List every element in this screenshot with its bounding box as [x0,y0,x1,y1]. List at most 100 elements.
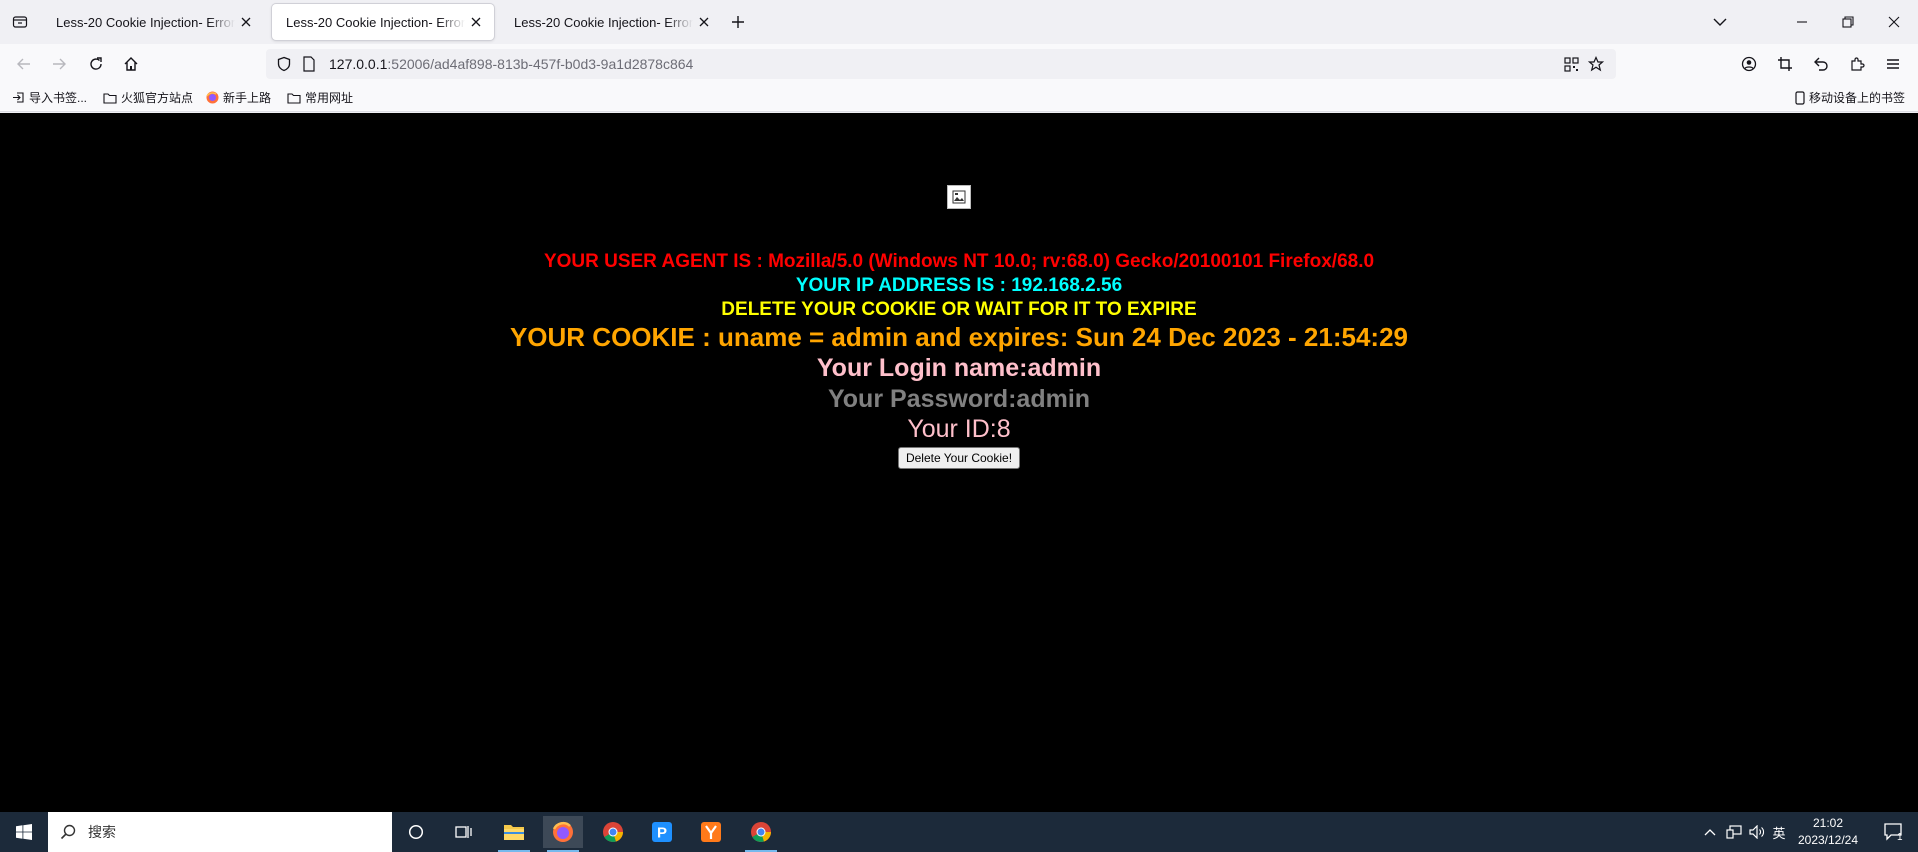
undo-icon [1814,57,1828,71]
bookmark-label: 导入书签... [29,91,88,105]
page-icon [303,56,315,72]
tab-title: Less-20 Cookie Injection- Error Based- s… [56,14,235,30]
url-text: 127.0.0.1:52006/ad4af898-813b-457f-b0d3-… [329,56,693,72]
login-name-text: Your Login name:admin [816,354,1102,382]
network-icon [1726,825,1742,839]
windows-icon [16,824,32,840]
url-path: :52006/ad4af898-813b-457f-b0d3-9a1d2878c… [387,56,694,72]
close-icon [700,17,709,27]
bookmark-common-sites[interactable]: 常用网址 [287,89,353,106]
url-host: 127.0.0.1 [329,56,388,72]
search-placeholder: 搜索 [88,824,116,840]
minimize-button[interactable] [1779,0,1825,44]
hamburger-icon [1887,59,1899,69]
taskbar-search[interactable]: 搜索 [48,812,392,852]
tab-title: Less-20 Cookie Injection- Error Based- s… [286,14,465,30]
qr-code-icon[interactable] [1564,57,1579,72]
clock-time: 21:02 [1812,816,1844,830]
taskbar-chrome[interactable] [593,816,633,848]
chrome-icon [751,822,771,842]
tab-close-button[interactable] [697,14,712,30]
task-view-icon [455,826,472,838]
bookmark-firefox-official[interactable]: 火狐官方站点 [103,89,193,106]
home-button[interactable] [119,52,143,76]
volume-control[interactable] [1746,812,1768,852]
taskbar-y-app[interactable] [691,816,731,848]
tab-1[interactable]: Less-20 Cookie Injection- Error Based- s… [42,4,264,40]
clock-date: 2023/12/24 [1797,833,1859,847]
delete-cookie-notice: DELETE YOUR COOKIE OR WAIT FOR IT TO EXP… [721,299,1197,320]
restore-button[interactable] [1825,0,1871,44]
mobile-bookmarks[interactable]: 移动设备上的书签 [1795,89,1905,106]
tab-title: Less-20 Cookie Injection- Error Based- s… [514,14,693,30]
tab-strip: Less-20 Cookie Injection- Error Based- s… [0,0,1918,44]
password-text: Your Password:admin [827,385,1091,413]
windows-taskbar: 搜索 P 英 21:02 2023/12/24 1 [0,812,1918,852]
firefox-view-icon [12,16,28,28]
plus-icon [732,16,744,28]
taskbar-p-app[interactable]: P [642,816,682,848]
screenshot-button[interactable] [1773,52,1797,76]
chevron-down-icon [1713,18,1727,26]
url-bar[interactable]: 127.0.0.1:52006/ad4af898-813b-457f-b0d3-… [266,49,1616,79]
new-tab-button[interactable] [728,12,748,32]
firefox-view-button[interactable] [8,10,32,34]
close-icon [472,17,481,27]
account-icon [1741,56,1757,72]
start-button[interactable] [0,812,48,852]
close-window-button[interactable] [1871,0,1917,44]
tab-close-button[interactable] [469,14,484,30]
navigation-toolbar: 127.0.0.1:52006/ad4af898-813b-457f-b0d3-… [0,44,1918,84]
chrome-icon [603,822,623,842]
bookmarks-toolbar: 导入书签... 火狐官方站点 新手上路 常用网址 移动设备上的书签 [0,84,1918,112]
p-app-icon: P [652,822,672,842]
tab-2[interactable]: Less-20 Cookie Injection- Error Based- s… [272,4,494,40]
user-id-text: Your ID:8 [907,415,1011,443]
mobile-icon [1795,90,1805,105]
ip-address-text: YOUR IP ADDRESS IS : 192.168.2.56 [795,275,1123,296]
tab-close-button[interactable] [239,14,254,30]
chevron-up-icon [1704,829,1716,836]
cortana-button[interactable] [396,816,436,848]
svg-text:P: P [657,825,667,842]
bookmark-label: 常用网址 [305,91,354,105]
y-app-icon [701,822,721,842]
reload-button[interactable] [84,52,108,76]
menu-button[interactable] [1881,52,1905,76]
forward-button[interactable] [47,52,71,76]
close-icon [242,17,251,27]
network-status[interactable] [1722,812,1746,852]
task-view-button[interactable] [444,816,484,848]
tab-3[interactable]: Less-20 Cookie Injection- Error Based- s… [500,4,722,40]
shield-icon [277,56,291,72]
firefox-icon [206,91,219,104]
folder-icon [287,92,301,104]
bookmark-label: 移动设备上的书签 [1809,91,1906,105]
bookmark-import[interactable]: 导入书签... [12,89,87,106]
star-icon[interactable] [1588,56,1604,72]
back-button[interactable] [12,52,36,76]
extensions-button[interactable] [1845,52,1869,76]
page-content: YOUR USER AGENT IS : Mozilla/5.0 (Window… [0,113,1918,812]
account-button[interactable] [1737,52,1761,76]
system-clock[interactable]: 21:02 2023/12/24 [1780,815,1876,849]
search-icon [60,824,76,840]
bookmark-label: 火狐官方站点 [121,91,194,105]
undo-button[interactable] [1809,52,1833,76]
home-icon [124,57,138,71]
bookmark-getting-started[interactable]: 新手上路 [206,89,271,106]
taskbar-chrome-2[interactable] [741,816,781,852]
taskbar-firefox[interactable] [543,816,583,852]
crop-icon [1778,57,1792,71]
list-all-tabs-button[interactable] [1697,0,1743,44]
show-hidden-icons[interactable] [1700,812,1720,852]
notification-center[interactable]: 1 [1876,812,1912,852]
firefox-icon [552,821,573,842]
close-icon [1888,16,1900,28]
taskbar-file-explorer[interactable] [494,816,534,852]
cortana-icon [408,824,424,840]
arrow-right-icon [53,58,66,70]
user-agent-text: YOUR USER AGENT IS : Mozilla/5.0 (Window… [543,251,1375,272]
import-icon [13,92,24,103]
delete-cookie-button[interactable]: Delete Your Cookie! [898,447,1020,469]
